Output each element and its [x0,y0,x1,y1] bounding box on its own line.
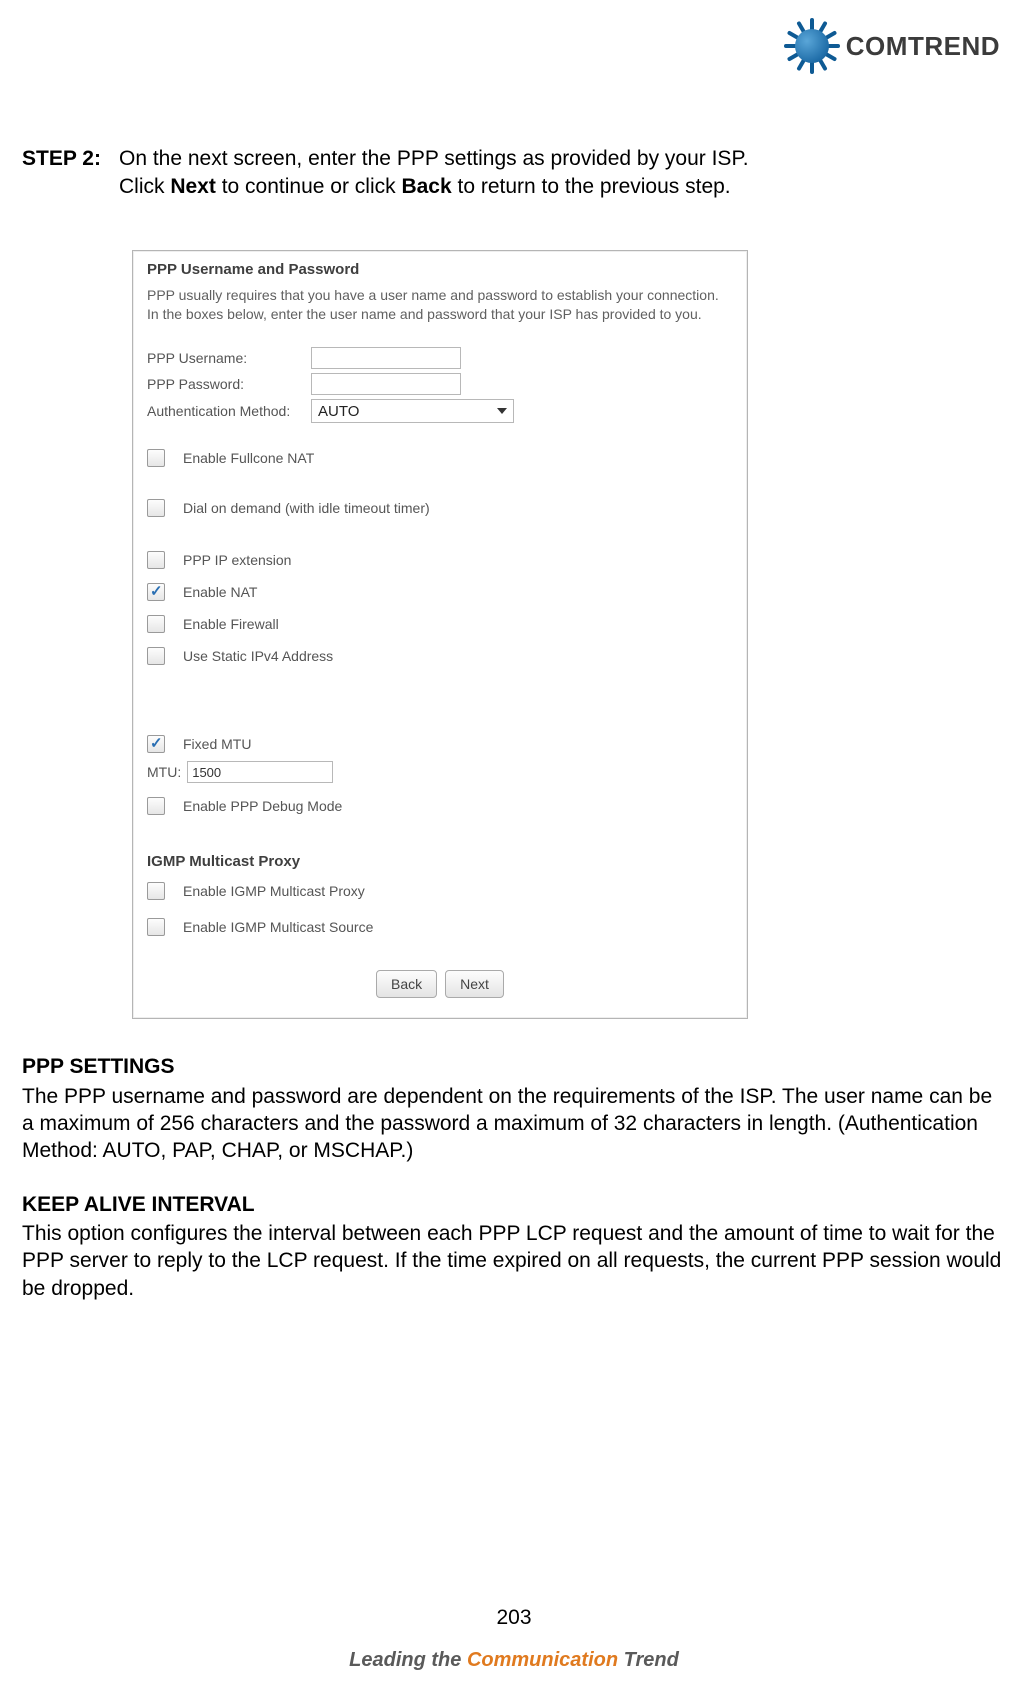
ppp-dialog: PPP Username and Password PPP usually re… [132,250,748,1020]
username-input[interactable] [311,347,461,369]
step-back-word: Back [401,175,451,198]
dialog-title: PPP Username and Password [147,261,733,278]
password-input[interactable] [311,373,461,395]
username-label: PPP Username: [147,350,303,366]
igmp-section-title: IGMP Multicast Proxy [147,853,733,870]
chevron-down-icon [497,408,507,414]
mtu-input[interactable] [187,761,333,783]
page-number: 203 [0,1606,1028,1630]
ppp-debug-checkbox[interactable] [147,797,165,815]
tagline-b: Communication [467,1649,618,1671]
ppp-ip-ext-label: PPP IP extension [183,552,291,568]
step-label: STEP 2: [22,145,101,202]
igmp-source-checkbox[interactable] [147,918,165,936]
brand-name: COMTREND [846,31,1000,62]
ppp-settings-heading: PPP SETTINGS [22,1053,1006,1080]
auth-select[interactable]: AUTO [311,399,514,423]
next-button[interactable]: Next [445,970,504,998]
fullcone-nat-label: Enable Fullcone NAT [183,450,314,466]
brand-logo-mark [784,18,840,74]
back-button[interactable]: Back [376,970,437,998]
static-ipv4-label: Use Static IPv4 Address [183,648,333,664]
ppp-ip-ext-checkbox[interactable] [147,551,165,569]
ppp-debug-label: Enable PPP Debug Mode [183,798,342,814]
fullcone-nat-checkbox[interactable] [147,449,165,467]
auth-value: AUTO [318,403,359,420]
keep-alive-body: This option configures the interval betw… [22,1220,1006,1302]
fixed-mtu-checkbox[interactable] [147,735,165,753]
password-label: PPP Password: [147,376,303,392]
enable-nat-label: Enable NAT [183,584,257,600]
enable-firewall-checkbox[interactable] [147,615,165,633]
keep-alive-heading: KEEP ALIVE INTERVAL [22,1191,1006,1218]
brand-logo: COMTREND [784,18,1000,74]
dial-on-demand-label: Dial on demand (with idle timeout timer) [183,500,430,516]
mtu-field-label: MTU: [147,764,181,780]
step-line1: On the next screen, enter the PPP settin… [119,147,749,170]
igmp-source-label: Enable IGMP Multicast Source [183,919,373,935]
step-line2-a: Click [119,175,170,198]
static-ipv4-checkbox[interactable] [147,647,165,665]
enable-firewall-label: Enable Firewall [183,616,279,632]
step-line2-e: to return to the previous step. [452,175,731,198]
step-line2-c: to continue or click [216,175,402,198]
ppp-settings-body: The PPP username and password are depend… [22,1083,1006,1165]
step-next-word: Next [170,175,216,198]
dial-on-demand-checkbox[interactable] [147,499,165,517]
step-instruction: STEP 2: On the next screen, enter the PP… [22,145,1006,202]
dialog-description: PPP usually requires that you have a use… [147,286,733,324]
igmp-proxy-label: Enable IGMP Multicast Proxy [183,883,365,899]
tagline-c: Trend [618,1649,679,1671]
auth-label: Authentication Method: [147,403,303,419]
igmp-proxy-checkbox[interactable] [147,882,165,900]
fixed-mtu-label: Fixed MTU [183,736,251,752]
footer-tagline: Leading the Communication Trend [0,1649,1028,1672]
tagline-a: Leading the [349,1649,467,1671]
step-text: On the next screen, enter the PPP settin… [119,145,749,202]
enable-nat-checkbox[interactable] [147,583,165,601]
